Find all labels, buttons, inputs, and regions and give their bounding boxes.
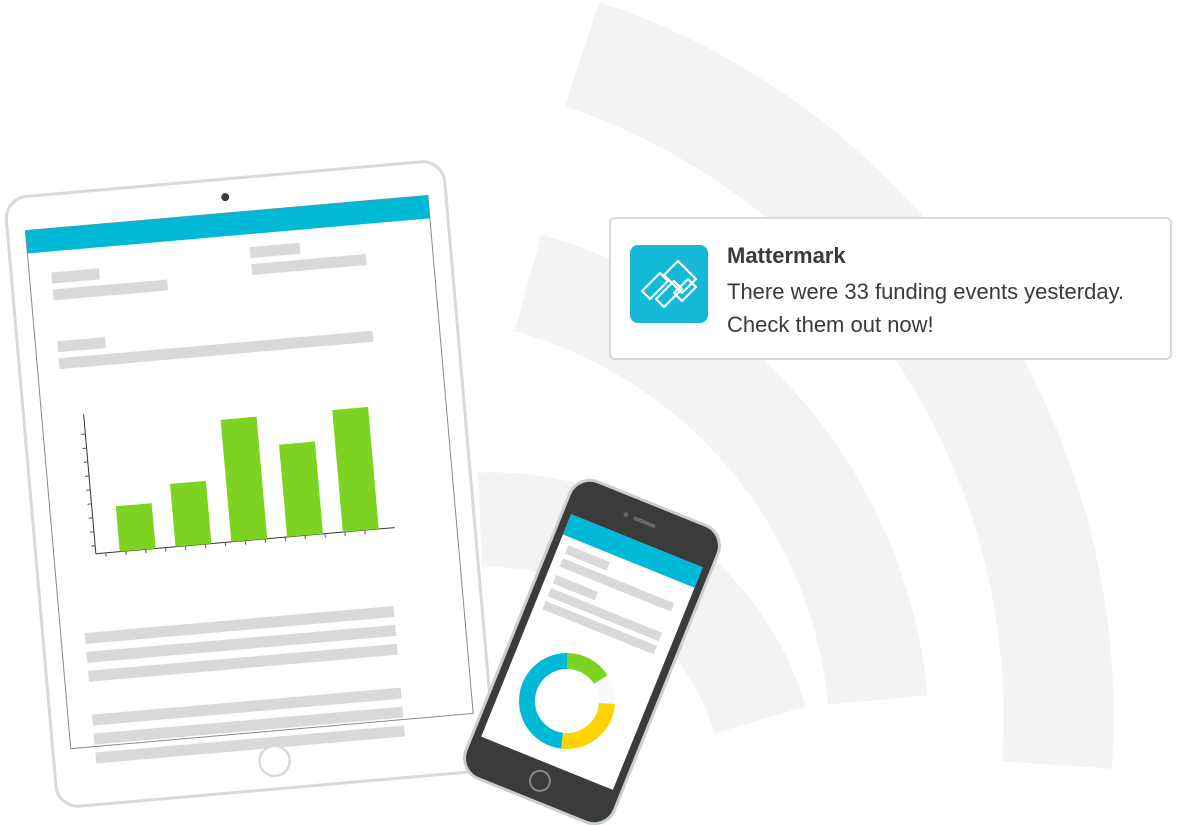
donut-slice [593,675,615,705]
tablet-device [4,160,496,808]
notification-app-name: Mattermark [727,243,846,268]
tablet-home-button [258,744,291,778]
notification-message: There were 33 funding events yesterday. … [727,279,1125,337]
push-notification[interactable]: Mattermark There were 33 funding events … [609,217,1172,360]
chart-bar [115,503,156,552]
mattermark-logo-icon [630,245,708,323]
chart-bar [170,480,212,547]
illustration-scene [4,1,1114,825]
